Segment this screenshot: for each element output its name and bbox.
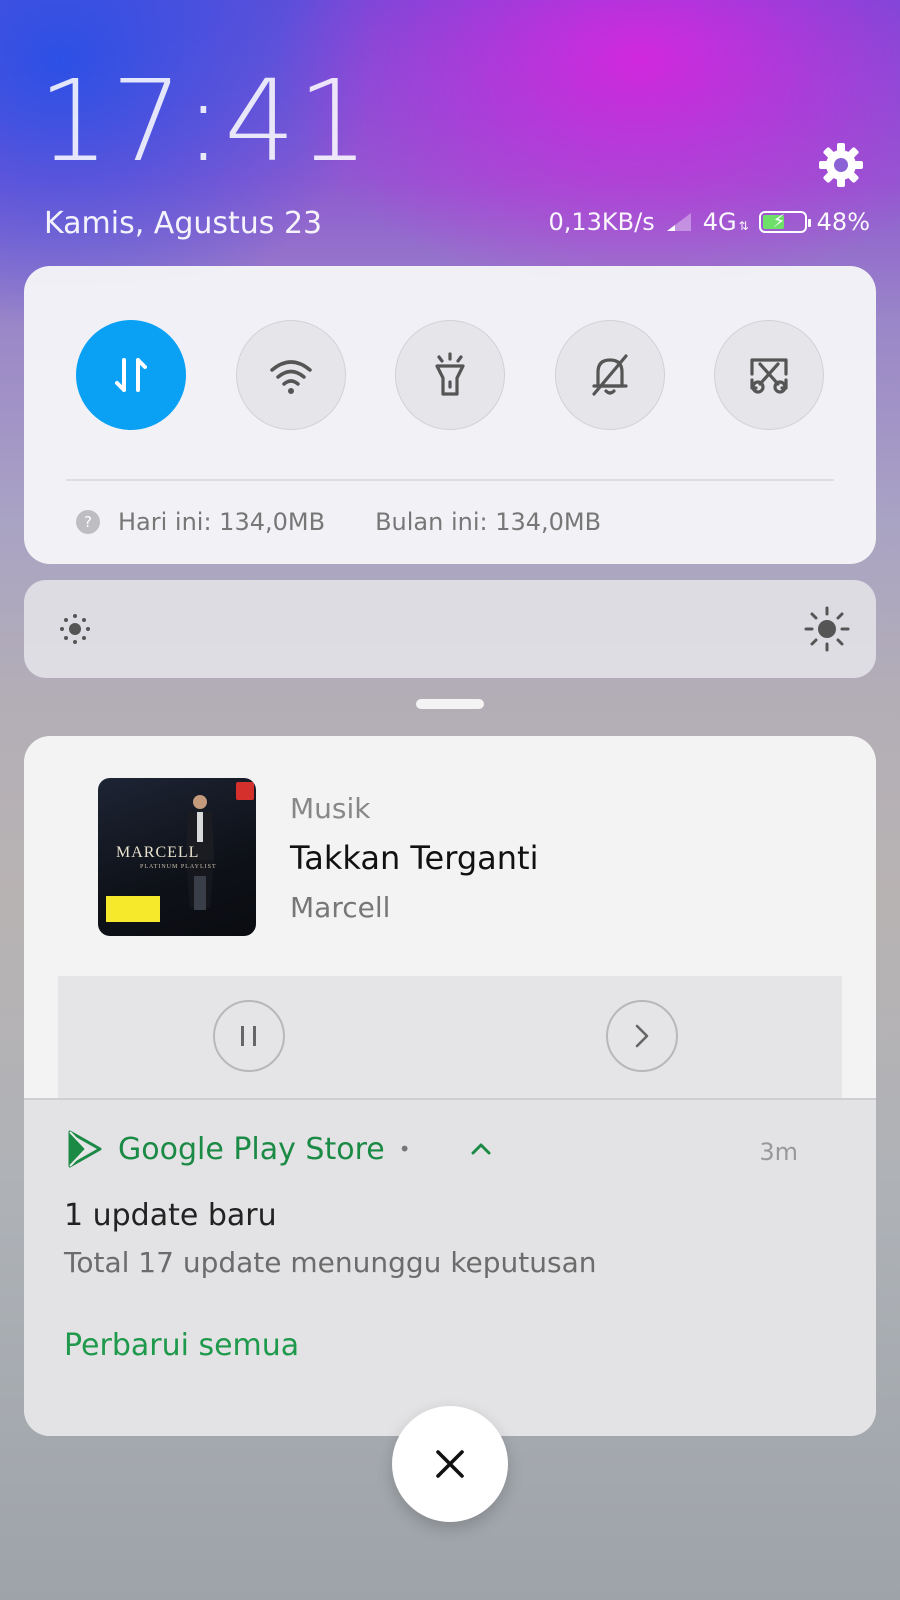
pause-button[interactable] <box>213 1000 285 1072</box>
close-icon <box>436 1450 464 1478</box>
usage-month: Bulan ini: 134,0MB <box>375 508 602 536</box>
settings-gear-icon[interactable] <box>816 140 866 190</box>
album-sticker <box>106 896 160 922</box>
play-store-icon <box>68 1130 102 1168</box>
album-subtitle: PLATINUM PLAYLIST <box>140 864 217 870</box>
drag-handle[interactable] <box>416 699 484 709</box>
music-notification[interactable]: MARCELL PLATINUM PLAYLIST Musik Takkan T… <box>24 736 876 1436</box>
qs-divider <box>66 479 834 481</box>
brightness-slider[interactable] <box>24 580 876 678</box>
toggle-flashlight[interactable] <box>395 320 505 430</box>
clear-notifications-button[interactable] <box>392 1406 508 1522</box>
chevron-right-icon <box>635 1024 649 1048</box>
wifi-icon <box>269 360 312 394</box>
album-label-logo <box>236 782 254 800</box>
artist-name: Marcell <box>290 891 391 924</box>
flashlight-icon <box>435 352 465 396</box>
quick-settings-panel: ? Hari ini: 134,0MB Bulan ini: 134,0MB <box>24 266 876 564</box>
update-all-button[interactable]: Perbarui semua <box>64 1328 299 1363</box>
help-icon: ? <box>76 510 100 534</box>
bell-off-icon <box>591 354 628 396</box>
next-track-button[interactable] <box>606 1000 678 1072</box>
network-speed: 0,13KB/s <box>548 208 655 236</box>
usage-today: Hari ini: 134,0MB <box>118 508 326 536</box>
brightness-low-icon <box>60 614 90 644</box>
data-arrows-icon: ⇅ <box>738 219 749 233</box>
separator-dot: • <box>398 1137 411 1161</box>
status-bar: 0,13KB/s 4G ⇅ ⚡ 48% <box>548 208 870 236</box>
music-app-name: Musik <box>290 792 371 825</box>
battery-percent: 48% <box>816 208 870 236</box>
date-label: Kamis, Agustus 23 <box>44 206 323 241</box>
data-transfer-icon <box>115 358 147 392</box>
toggle-mobile-data[interactable] <box>76 320 186 430</box>
network-type-label: 4G <box>702 208 737 236</box>
notification-title: 1 update baru <box>64 1198 277 1233</box>
notification-header: Google Play Store • <box>66 1130 493 1168</box>
signal-icon <box>666 213 691 231</box>
quick-toggles <box>76 320 824 430</box>
track-info: Musik Takkan Terganti Marcell <box>290 792 538 924</box>
brightness-high-icon <box>804 606 850 652</box>
pause-icon <box>241 1026 256 1046</box>
song-title: Takkan Terganti <box>290 839 539 877</box>
playback-controls <box>58 976 842 1106</box>
bolt-icon: ⚡ <box>772 211 786 232</box>
clock-time: 17:41 <box>38 57 371 187</box>
play-store-notification[interactable]: Google Play Store • 3m 1 update baru Tot… <box>24 1098 876 1436</box>
network-type: 4G ⇅ <box>703 208 749 236</box>
album-title: MARCELL <box>116 844 200 861</box>
battery-charging-icon: ⚡ <box>758 211 811 233</box>
album-art: MARCELL PLATINUM PLAYLIST <box>98 778 256 936</box>
toggle-screenshot[interactable] <box>714 320 824 430</box>
notification-text: Total 17 update menunggu keputusan <box>64 1246 597 1279</box>
toggle-wifi[interactable] <box>235 320 346 430</box>
notification-app-name: Google Play Store <box>118 1131 385 1167</box>
data-usage-row[interactable]: ? Hari ini: 134,0MB Bulan ini: 134,0MB <box>76 508 601 536</box>
chevron-up-icon[interactable] <box>469 1141 493 1157</box>
screenshot-icon <box>750 358 788 394</box>
toggle-silent[interactable] <box>554 320 665 430</box>
notification-time: 3m <box>759 1138 798 1166</box>
